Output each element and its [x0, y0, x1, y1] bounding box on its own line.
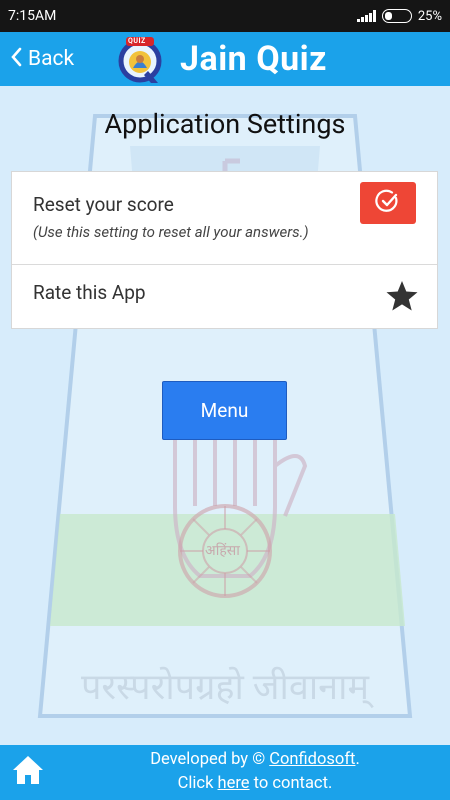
watermark-center-text: अहिंसा: [205, 543, 240, 559]
app-logo: QUIZ: [118, 35, 164, 83]
check-circle-icon: [375, 188, 401, 218]
footer-period: .: [355, 750, 360, 769]
battery-icon: [381, 9, 412, 23]
home-icon[interactable]: [11, 753, 45, 789]
battery-percent: 25%: [417, 8, 442, 24]
to-contact-text: to contact.: [253, 774, 333, 793]
app-bar: Back QUIZ Jain Quiz: [0, 32, 450, 86]
menu-button[interactable]: Menu: [162, 381, 287, 440]
contact-here-link[interactable]: here: [218, 774, 250, 793]
page-title: Application Settings: [104, 108, 346, 140]
status-bar: 7:15AM 25%: [0, 0, 450, 32]
status-indicators: 25%: [356, 8, 442, 24]
settings-card: Reset your score (Use this setting to re…: [11, 171, 438, 329]
setting-rate-app[interactable]: Rate this App: [12, 265, 437, 329]
watermark-bottom-text: परस्परोपग्रहो जीवानाम्: [80, 666, 369, 708]
back-label: Back: [28, 47, 75, 71]
star-icon[interactable]: [385, 279, 419, 313]
signal-icon: [356, 10, 376, 22]
app-title: Jain Quiz: [180, 39, 327, 79]
footer-credits: Developed by © Confidosoft. Click here t…: [60, 748, 450, 796]
footer: Developed by © Confidosoft. Click here t…: [0, 745, 450, 800]
rate-app-label: Rate this App: [33, 281, 146, 304]
chevron-left-icon: [10, 45, 22, 73]
back-button[interactable]: Back: [10, 45, 110, 73]
confidosoft-link[interactable]: Confidosoft: [269, 750, 355, 769]
setting-reset-score: Reset your score (Use this setting to re…: [12, 172, 437, 265]
logo-text: QUIZ: [128, 37, 146, 45]
click-text: Click: [177, 774, 214, 793]
reset-score-button[interactable]: [360, 182, 416, 224]
developed-by-text: Developed by ©: [150, 750, 266, 769]
reset-score-description: (Use this setting to reset all your answ…: [33, 223, 309, 241]
reset-score-label: Reset your score: [33, 193, 174, 216]
status-time: 7:15AM: [8, 8, 57, 24]
